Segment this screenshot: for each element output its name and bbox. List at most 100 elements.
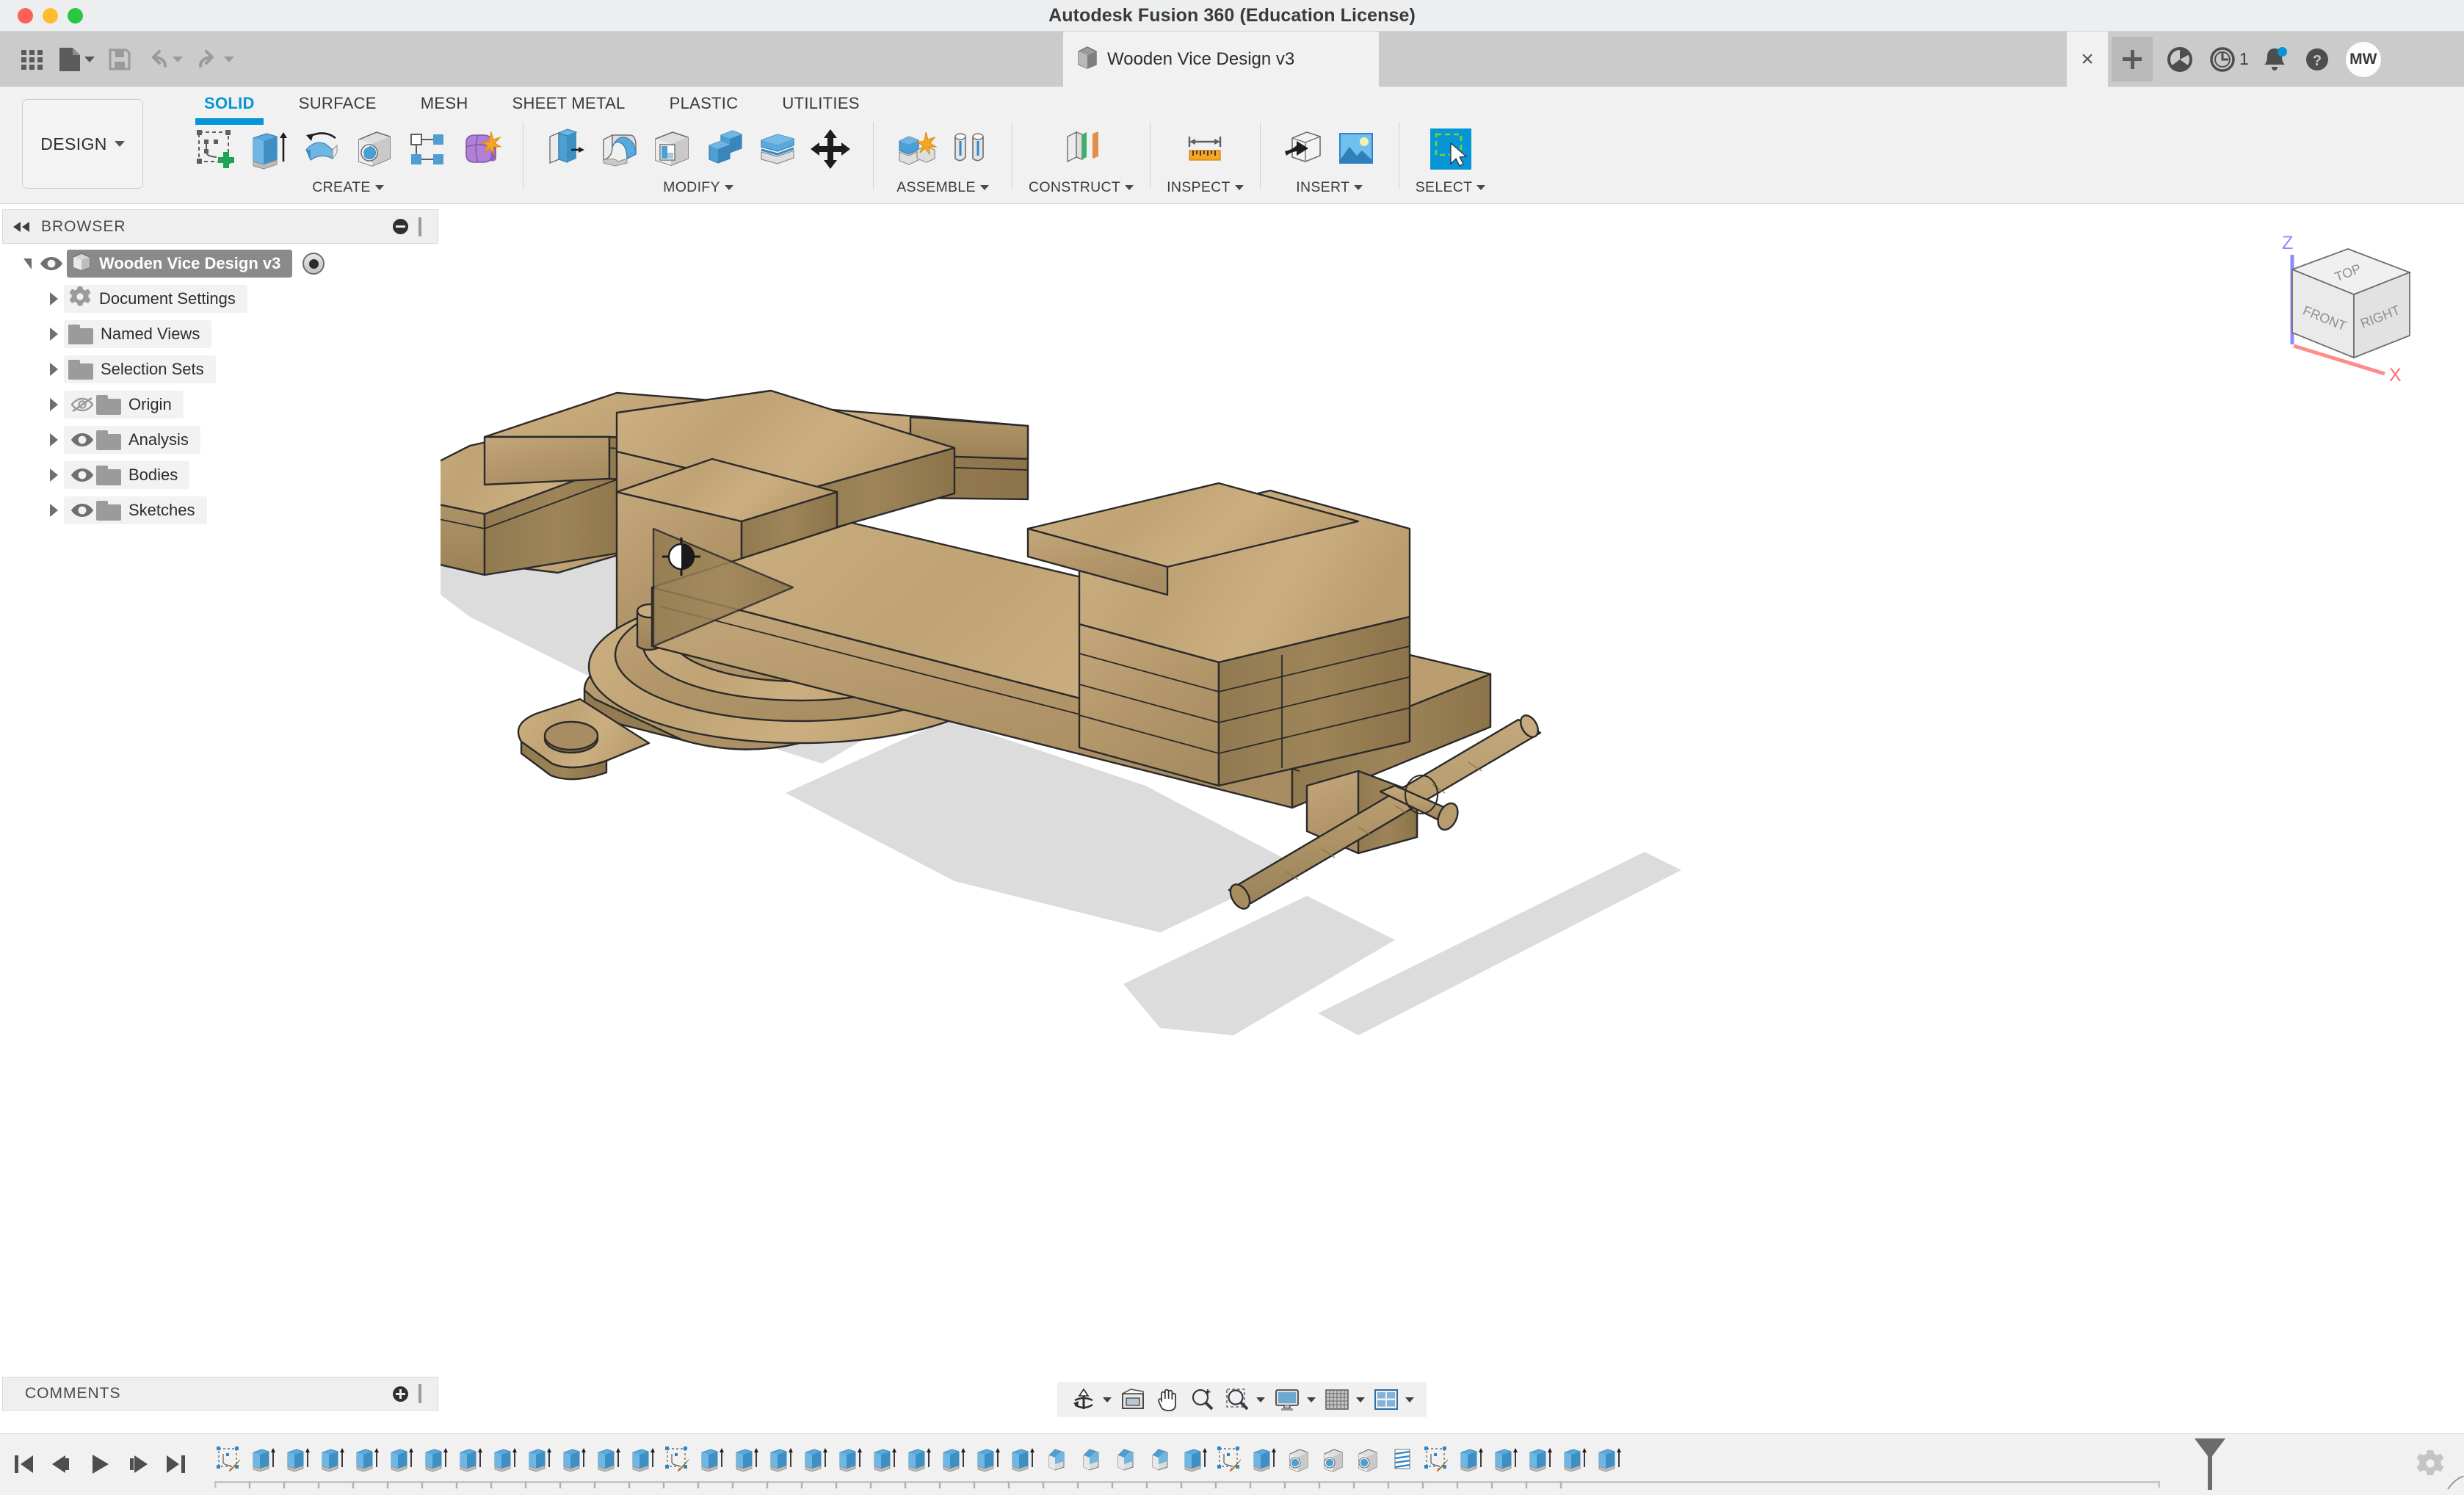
timeline-item-chamfer[interactable] [1040, 1438, 1074, 1480]
timeline-item-extrude[interactable] [488, 1438, 522, 1480]
expander-expand-icon[interactable] [50, 433, 58, 446]
new-file-icon[interactable] [51, 40, 101, 79]
rectangular-pattern-icon[interactable] [401, 122, 454, 176]
tree-root-pill[interactable]: Wooden Vice Design v3 [67, 250, 293, 278]
step-back-icon[interactable] [44, 1444, 79, 1485]
fillet-icon[interactable] [593, 122, 645, 176]
timeline-item-extrude[interactable] [522, 1438, 557, 1480]
tree-item-pill[interactable]: Named Views [64, 320, 212, 348]
look-at-icon[interactable] [1115, 1383, 1151, 1416]
tree-item-pill[interactable]: Document Settings [64, 285, 247, 313]
visibility-eye-hidden-icon[interactable] [68, 396, 96, 413]
chevron-down-icon[interactable] [1256, 1397, 1265, 1402]
viewports-icon[interactable] [1369, 1383, 1404, 1416]
tab-surface[interactable]: SURFACE [277, 87, 399, 120]
panel-resize-grip[interactable] [418, 1384, 421, 1403]
timeline-item-chamfer[interactable] [1143, 1438, 1178, 1480]
orbit-icon[interactable] [1066, 1383, 1101, 1416]
tree-row-named-views[interactable]: Named Views [2, 316, 438, 352]
help-icon[interactable]: ? [2296, 38, 2338, 81]
job-status-icon[interactable] [2201, 38, 2244, 81]
expander-expand-icon[interactable] [50, 363, 58, 376]
zoom-window-icon[interactable] [1220, 1383, 1255, 1416]
expander-expand-icon[interactable] [50, 468, 58, 482]
new-tab-button[interactable] [2112, 37, 2153, 82]
measure-icon[interactable] [1178, 122, 1231, 176]
tree-item-pill[interactable]: Origin [64, 391, 184, 419]
timeline-item-extrude[interactable] [384, 1438, 418, 1480]
timeline-item-extrude[interactable] [764, 1438, 798, 1480]
tab-plastic[interactable]: PLASTIC [648, 87, 761, 120]
panel-inspect-label[interactable]: INSPECT [1167, 179, 1244, 196]
panel-resize-grip[interactable] [418, 217, 421, 236]
combine-icon[interactable] [698, 122, 751, 176]
zoom-icon[interactable] [1184, 1383, 1220, 1416]
visibility-eye-icon[interactable] [68, 467, 96, 483]
timeline-item-extrude[interactable] [349, 1438, 384, 1480]
workspace-selector[interactable]: DESIGN [22, 99, 143, 189]
press-pull-icon[interactable] [540, 122, 593, 176]
chevron-down-icon[interactable] [173, 56, 183, 62]
tree-row-root[interactable]: Wooden Vice Design v3 [2, 246, 438, 281]
panel-construct-label[interactable]: CONSTRUCT [1029, 179, 1134, 196]
tree-row-document-settings[interactable]: Document Settings [2, 281, 438, 316]
timeline-item-extrude[interactable] [798, 1438, 833, 1480]
document-tab[interactable]: Wooden Vice Design v3 [1063, 32, 1379, 87]
timeline-item-extrude[interactable] [418, 1438, 453, 1480]
joint-icon[interactable] [943, 122, 996, 176]
move-copy-icon[interactable] [804, 122, 857, 176]
visibility-eye-icon[interactable] [36, 256, 67, 272]
timeline-item-extrude[interactable] [591, 1438, 626, 1480]
timeline-item-extrude[interactable] [867, 1438, 902, 1480]
activate-component-radio[interactable] [302, 253, 325, 275]
timeline-item-extrude[interactable] [1488, 1438, 1523, 1480]
timeline-item-extrude[interactable] [280, 1438, 315, 1480]
panel-assemble-label[interactable]: ASSEMBLE [896, 179, 989, 196]
timeline-item-sketch[interactable] [1419, 1438, 1454, 1480]
insert-derive-icon[interactable] [1277, 122, 1330, 176]
resize-corner[interactable] [2445, 1476, 2464, 1495]
comments-panel-header[interactable]: COMMENTS [2, 1377, 438, 1411]
gear-icon[interactable] [2416, 1449, 2445, 1482]
timeline-item-chamfer[interactable] [1109, 1438, 1143, 1480]
redo-icon[interactable] [189, 40, 241, 79]
tree-item-pill[interactable]: Sketches [64, 496, 207, 524]
display-settings-icon[interactable] [1269, 1383, 1305, 1416]
extension-manager-icon[interactable] [2159, 38, 2201, 81]
timeline-item-extrude[interactable] [626, 1438, 660, 1480]
go-to-beginning-icon[interactable] [6, 1444, 41, 1485]
timeline-item-sketch[interactable] [211, 1438, 246, 1480]
3d-viewport[interactable]: Z X TOP FRONT RIGHT [441, 206, 2464, 1373]
tree-item-pill[interactable]: Selection Sets [64, 355, 216, 383]
timeline-item-extrude[interactable] [1178, 1438, 1212, 1480]
expander-expand-icon[interactable] [50, 504, 58, 517]
double-chevron-left-icon[interactable] [3, 220, 41, 234]
undo-icon[interactable] [138, 40, 189, 79]
chevron-down-icon[interactable] [1307, 1397, 1316, 1402]
play-icon[interactable] [82, 1444, 117, 1485]
split-face-icon[interactable] [751, 122, 804, 176]
tree-row-selection-sets[interactable]: Selection Sets [2, 352, 438, 387]
chevron-down-icon[interactable] [224, 56, 234, 62]
canvas-image-icon[interactable] [1330, 122, 1383, 176]
create-sketch-icon[interactable] [189, 122, 242, 176]
tab-sheet-metal[interactable]: SHEET METAL [490, 87, 648, 120]
expander-expand-icon[interactable] [50, 398, 58, 411]
timeline-item-sketch[interactable] [660, 1438, 695, 1480]
tab-solid[interactable]: SOLID [182, 87, 277, 125]
chevron-down-icon[interactable] [1103, 1397, 1112, 1402]
timeline-item-hole[interactable] [1350, 1438, 1385, 1480]
app-grid-icon[interactable] [13, 40, 51, 79]
extrude-icon[interactable] [242, 122, 295, 176]
save-icon[interactable] [101, 40, 138, 79]
go-to-end-icon[interactable] [159, 1444, 194, 1485]
timeline-item-hole[interactable] [1281, 1438, 1316, 1480]
visibility-eye-icon[interactable] [68, 502, 96, 518]
timeline-track[interactable] [214, 1480, 2160, 1488]
revolve-icon[interactable] [295, 122, 348, 176]
tree-row-sketches[interactable]: Sketches [2, 493, 438, 528]
panel-modify-label[interactable]: MODIFY [663, 179, 733, 196]
select-window-icon[interactable] [1427, 122, 1475, 176]
timeline-item-extrude[interactable] [833, 1438, 867, 1480]
grid-snaps-icon[interactable] [1319, 1383, 1355, 1416]
